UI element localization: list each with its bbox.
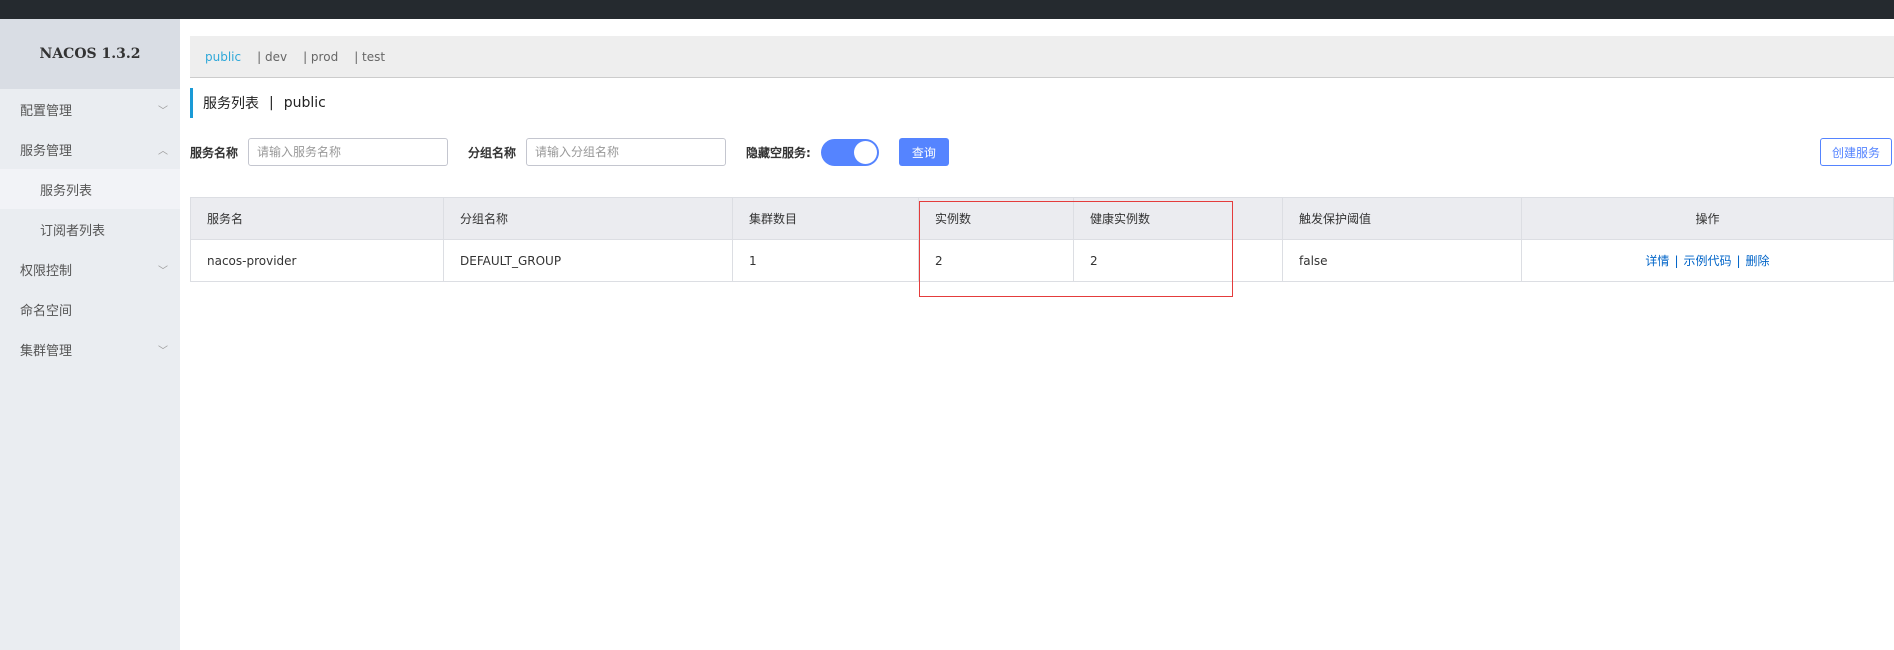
sidebar-item-service-list[interactable]: 服务列表 (0, 169, 180, 209)
cell-healthy: 2 (1073, 239, 1283, 282)
sidebar-item-cluster[interactable]: 集群管理 ﹀ (0, 329, 180, 369)
chevron-down-icon: ﹀ (158, 265, 168, 277)
namespace-public[interactable]: public (205, 50, 241, 64)
title-text: 服务列表 (203, 96, 259, 112)
group-name-label: 分组名称 (468, 145, 517, 160)
chevron-down-icon: ﹀ (158, 345, 168, 357)
cell-group: DEFAULT_GROUP (443, 239, 733, 282)
nav-label: 命名空间 (20, 303, 73, 319)
query-button[interactable]: 查询 (898, 138, 949, 166)
logo: NACOS 1.3.2 (0, 19, 180, 89)
title-separator: | (269, 95, 274, 111)
header-group: 分组名称 (443, 197, 733, 240)
cell-actions: 详情 | 示例代码 | 删除 (1521, 239, 1894, 282)
nav-label: 订阅者列表 (40, 223, 106, 239)
top-bar (0, 0, 1894, 19)
sidebar-item-auth[interactable]: 权限控制 ﹀ (0, 249, 180, 289)
nav-label: 权限控制 (20, 263, 73, 279)
sidebar-item-namespace[interactable]: 命名空间 (0, 289, 180, 329)
toggle-knob (853, 140, 877, 164)
table-header: 服务名 分组名称 集群数目 实例数 健康实例数 触发保护阈值 操作 (190, 197, 1894, 240)
header-instances: 实例数 (918, 197, 1074, 240)
header-clusters: 集群数目 (732, 197, 919, 240)
cell-instances: 2 (918, 239, 1074, 282)
delete-link[interactable]: 删除 (1746, 254, 1770, 268)
title-namespace: public (283, 95, 326, 111)
nav-label: 服务管理 (20, 143, 73, 159)
separator: | (1674, 254, 1679, 268)
cell-clusters: 1 (732, 239, 919, 282)
details-link[interactable]: 详情 (1645, 254, 1669, 268)
separator: | (1736, 254, 1741, 268)
namespace-dev[interactable]: | dev (257, 50, 287, 64)
namespace-bar: public | dev | prod | test (190, 36, 1894, 78)
header-healthy: 健康实例数 (1073, 197, 1283, 240)
header-actions: 操作 (1521, 197, 1894, 240)
hide-empty-toggle[interactable] (820, 138, 879, 166)
namespace-prod[interactable]: | prod (303, 50, 338, 64)
group-name-input[interactable] (526, 138, 727, 166)
cell-threshold: false (1282, 239, 1522, 282)
create-service-button[interactable]: 创建服务 (1820, 138, 1892, 166)
filter-bar: 服务名称 分组名称 隐藏空服务: 查询 (190, 138, 949, 166)
cell-service-name: nacos-provider (190, 239, 444, 282)
sidebar-item-config[interactable]: 配置管理 ﹀ (0, 89, 180, 129)
header-threshold: 触发保护阈值 (1282, 197, 1522, 240)
table-row: nacos-provider DEFAULT_GROUP 1 2 2 false… (190, 239, 1894, 282)
sidebar-item-subscribers[interactable]: 订阅者列表 (0, 209, 180, 249)
page-title: 服务列表 | public (190, 88, 326, 118)
nav-label: 配置管理 (20, 103, 73, 119)
sample-code-link[interactable]: 示例代码 (1683, 254, 1731, 268)
nav-label: 服务列表 (40, 183, 93, 199)
chevron-up-icon: ︿ (158, 145, 168, 157)
chevron-down-icon: ﹀ (158, 105, 168, 117)
nav-label: 集群管理 (20, 343, 73, 359)
sidebar-item-service-mgmt[interactable]: 服务管理 ︿ (0, 129, 180, 169)
sidebar: NACOS 1.3.2 配置管理 ﹀ 服务管理 ︿ 服务列表 订阅者列表 权限控制 ﹀… (0, 19, 180, 650)
header-service-name: 服务名 (190, 197, 444, 240)
service-name-input[interactable] (248, 138, 449, 166)
hide-empty-label: 隐藏空服务: (746, 145, 811, 160)
service-name-label: 服务名称 (190, 145, 239, 160)
service-table: 服务名 分组名称 集群数目 实例数 健康实例数 触发保护阈值 操作 nacos-… (190, 197, 1894, 282)
namespace-test[interactable]: | test (354, 50, 385, 64)
